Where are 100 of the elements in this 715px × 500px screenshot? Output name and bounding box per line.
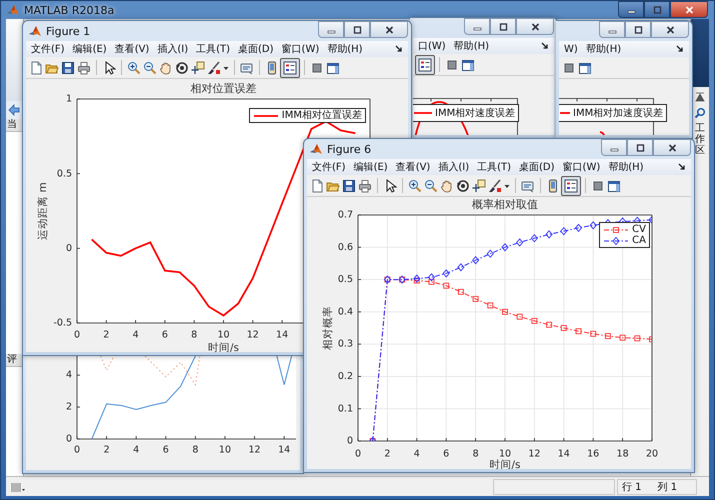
menu-item[interactable]: 帮助(H) [608,160,644,174]
close-button[interactable] [370,21,408,38]
zoom-out-icon[interactable] [143,60,157,74]
legend-icon[interactable] [562,176,580,194]
dock-arrow-icon[interactable] [676,45,684,53]
close-button[interactable] [670,1,708,18]
menu-item[interactable]: 工具(T) [477,160,512,174]
tick-label: 14 [278,444,290,456]
minimize-button[interactable] [464,18,490,35]
legend-icon[interactable] [281,58,299,76]
new-file-icon[interactable] [29,60,43,74]
window-icon[interactable] [607,178,621,192]
tick-label: 8 [472,448,479,460]
peak-logo-icon [310,143,322,155]
menu-item[interactable]: 编辑(E) [72,42,107,56]
zoom-in-icon[interactable] [127,60,141,74]
menu-item[interactable]: 桌面(D) [238,42,274,56]
tick-label: 14 [558,448,570,460]
point [487,302,494,308]
minimize-button[interactable] [599,21,625,38]
minimize-button[interactable] [318,21,344,38]
save-icon[interactable] [342,178,356,192]
menu-item[interactable]: 帮助(H) [586,42,622,56]
menu-item[interactable]: 文件(F) [31,42,65,56]
legend-label: CV [632,224,646,235]
rotate-icon[interactable] [175,60,189,74]
square-icon[interactable] [591,178,605,192]
maximize-button[interactable] [344,21,370,38]
maximize-icon [352,26,362,34]
tick-label: 12 [246,330,259,341]
menu-item[interactable]: 桌面(D) [519,160,555,174]
axis-label: 时间/s [208,342,239,352]
menu-item[interactable]: 插入(I) [157,42,188,56]
menu-item[interactable]: 插入(I) [438,160,470,174]
menu-item[interactable]: W) [564,44,578,54]
window-icon[interactable] [461,58,475,72]
print-icon[interactable] [77,60,91,74]
tick-label: 10 [217,330,230,341]
menu-item[interactable]: 工具(T) [196,42,230,56]
tick-label: 0.6 [338,242,353,253]
menu-item[interactable]: 帮助(H) [454,39,490,53]
close-icon [666,26,674,34]
zoom-in-icon[interactable] [408,178,422,192]
chart-title: 相对位置误差 [190,82,256,95]
zoom-out-icon[interactable] [424,178,438,192]
legend-line-icon [560,109,570,117]
close-button[interactable] [651,21,689,38]
peak-logo-icon [29,25,41,37]
dock-arrow-icon[interactable] [541,42,549,50]
window-title: Figure 1 [46,24,90,38]
point [428,273,435,282]
square-icon[interactable] [310,60,324,74]
data-cursor-icon[interactable] [472,178,486,192]
tick-label: 1 [66,94,72,105]
close-button[interactable] [516,18,554,35]
menu-item[interactable]: 文件(F) [312,160,346,174]
point [634,335,640,342]
menu-item[interactable]: 窗口(W) [282,42,320,56]
legend-icon[interactable] [416,56,434,74]
brush-icon[interactable] [488,178,502,192]
search-icon[interactable] [694,107,706,119]
maximize-icon [636,144,644,152]
square-icon[interactable] [562,60,576,74]
save-icon[interactable] [61,60,75,74]
print-icon[interactable] [358,178,372,192]
rotate-icon[interactable] [456,178,470,192]
menu-item[interactable]: 编辑(E) [354,160,388,174]
panel-icon[interactable] [265,60,279,74]
menu-item[interactable]: 查看(V) [114,42,150,56]
tick-label: 8 [191,330,198,341]
close-button[interactable] [653,139,691,156]
window-icon[interactable] [326,60,340,74]
maximize-icon [634,26,642,34]
tick-label: 0.2 [338,371,353,382]
panel-tab[interactable]: 工作区 [695,123,705,156]
menu-item[interactable]: 口(W) [418,39,446,53]
square-icon[interactable] [445,58,459,72]
maximize-button[interactable] [490,18,516,35]
axis-label: 时间/s [490,458,520,469]
new-file-icon[interactable] [310,178,324,192]
maximize-button[interactable] [627,139,653,156]
brush-icon[interactable] [207,60,221,74]
collapse-icon[interactable] [694,91,706,103]
dock-arrow-icon[interactable] [395,45,403,53]
hand-icon[interactable] [440,178,454,192]
menu-item[interactable]: 查看(V) [396,160,430,174]
minimize-button[interactable] [618,1,644,18]
maximize-button[interactable] [625,21,651,38]
menu-item[interactable]: 帮助(H) [327,42,363,56]
hand-icon[interactable] [159,60,173,74]
dock-arrow-icon[interactable] [678,163,686,171]
point [457,263,464,272]
window-icon[interactable] [578,60,592,74]
data-cursor-icon[interactable] [191,60,205,74]
menu-item[interactable]: 窗口(W) [562,160,600,174]
minimize-button[interactable] [601,139,627,156]
back-arrow-icon[interactable] [8,104,20,116]
grip-icon[interactable] [10,480,26,492]
tick-label: 0.7 [338,210,353,221]
panel-icon[interactable] [546,178,560,192]
